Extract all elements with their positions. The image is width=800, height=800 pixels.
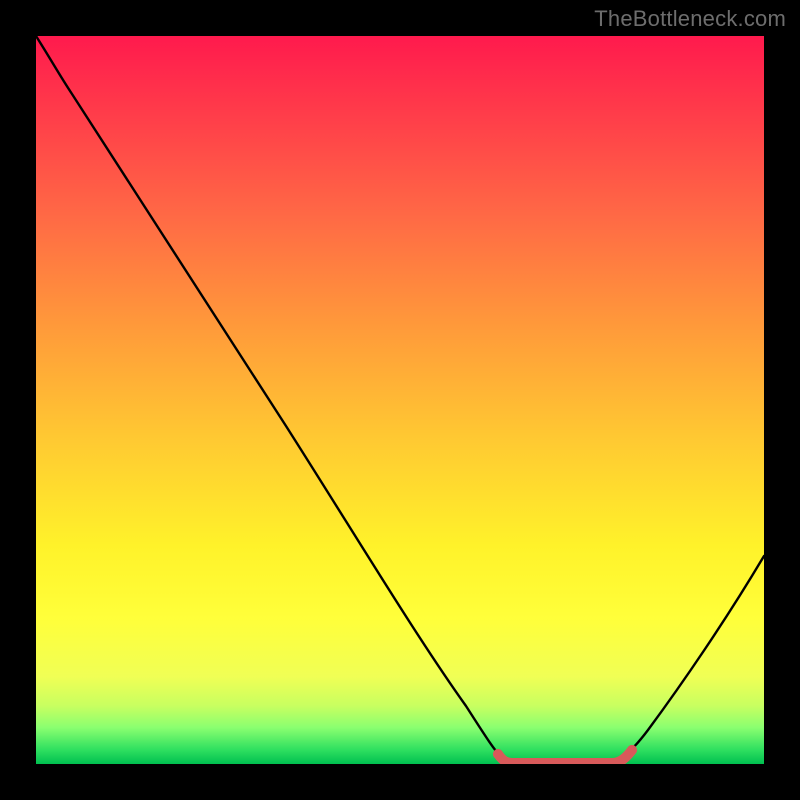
highlight-endpoint-right (627, 745, 637, 755)
watermark-text: TheBottleneck.com (594, 6, 786, 32)
chart-frame: TheBottleneck.com (0, 0, 800, 800)
bottleneck-curve (36, 36, 764, 764)
plot-area (36, 36, 764, 764)
curve-path (36, 36, 764, 762)
highlight-endpoint-left (493, 749, 503, 759)
highlight-band (498, 750, 632, 763)
